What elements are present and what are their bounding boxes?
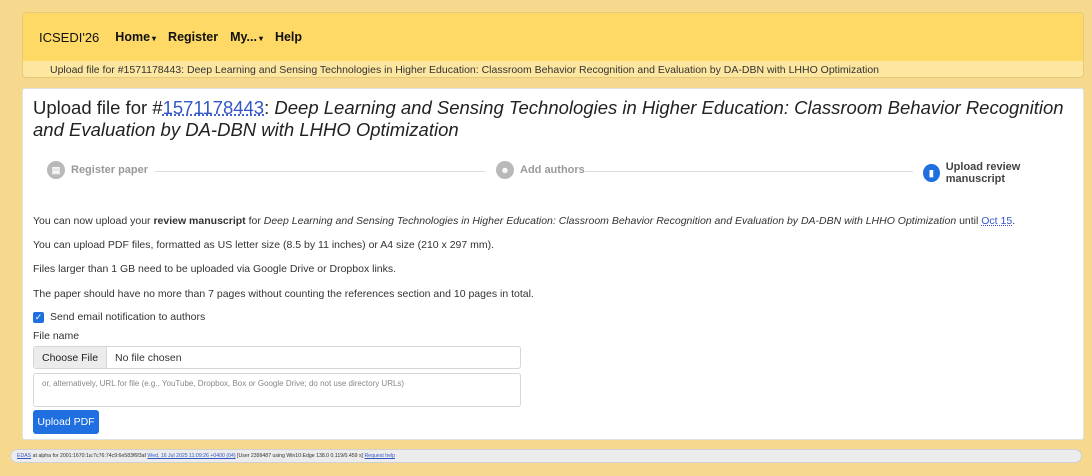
step-connector bbox=[585, 171, 913, 172]
breadcrumb: Upload file for #1571178443: Deep Learni… bbox=[50, 64, 880, 76]
info-format: You can upload PDF files, formatted as U… bbox=[33, 239, 495, 251]
info-size: Files larger than 1 GB need to be upload… bbox=[33, 263, 397, 275]
nav-help-label: Help bbox=[274, 30, 303, 44]
nav-register[interactable]: Register bbox=[168, 30, 218, 44]
step-upload-manuscript[interactable]: ▮ Upload review manuscript bbox=[923, 161, 1073, 185]
info-emphasis: review manuscript bbox=[153, 215, 246, 227]
notify-checkbox[interactable]: ✓ bbox=[33, 311, 44, 323]
notify-label: Send email notification to authors bbox=[50, 311, 206, 323]
nav-my-label: My... bbox=[230, 30, 257, 44]
info-text: You can now upload your bbox=[33, 215, 154, 227]
step-label: Upload review manuscript bbox=[945, 161, 1021, 185]
chevron-down-icon: ▾ bbox=[152, 34, 157, 43]
edas-link[interactable]: EDAS bbox=[17, 453, 31, 459]
title-colon: : bbox=[264, 97, 275, 118]
page-title: Upload file for #1571178443: Deep Learni… bbox=[33, 97, 1073, 141]
paper-id-link[interactable]: 1571178443 bbox=[163, 97, 265, 118]
file-label: File name bbox=[33, 330, 80, 342]
register-icon: ▤ bbox=[47, 161, 65, 179]
info-pages: The paper should have no more than 7 pag… bbox=[33, 288, 534, 300]
info-text: . bbox=[1012, 215, 1016, 227]
navbar: ICSEDI'26 Home ▾ Register My... ▾ Help bbox=[23, 13, 1083, 61]
footer-bar: EDAS at alpha for 2001:1670:1a:7c76:74c9… bbox=[10, 449, 1082, 463]
footer-date-link[interactable]: Wed, 16 Jul 2025 11:09:26 +0400 (04) bbox=[147, 453, 235, 459]
upload-pdf-button[interactable]: Upload PDF bbox=[33, 410, 99, 434]
nav-register-label: Register bbox=[168, 30, 219, 44]
nav-help[interactable]: Help bbox=[275, 30, 302, 44]
nav-my[interactable]: My... ▾ bbox=[230, 30, 263, 44]
deadline-link[interactable]: Oct 15 bbox=[981, 215, 1012, 227]
info-deadline: You can now upload your review manuscrip… bbox=[33, 215, 1015, 227]
top-bar: ICSEDI'26 Home ▾ Register My... ▾ Help Upl… bbox=[22, 12, 1084, 78]
file-status: No file chosen bbox=[115, 351, 182, 364]
upload-doc-icon: ▮ bbox=[923, 164, 940, 182]
url-input[interactable]: or, alternatively, URL for file (e.g., Y… bbox=[33, 373, 521, 407]
nav-home[interactable]: Home ▾ bbox=[115, 30, 156, 44]
info-paper-title: Deep Learning and Sensing Technologies i… bbox=[263, 215, 957, 227]
step-label: Register paper bbox=[71, 164, 149, 176]
choose-file-button[interactable]: Choose File bbox=[34, 347, 108, 368]
footer-text: at alpha for 2001:1670:1a:7c76:74c9:6e58… bbox=[31, 453, 148, 459]
step-connector bbox=[155, 171, 485, 172]
nav-home-label: Home bbox=[115, 30, 151, 44]
authors-icon: ☻ bbox=[496, 161, 514, 179]
main-panel: Upload file for #1571178443: Deep Learni… bbox=[22, 88, 1084, 440]
step-register-paper[interactable]: ▤ Register paper bbox=[47, 161, 148, 179]
info-text: until bbox=[956, 215, 982, 227]
step-label: Add authors bbox=[520, 164, 585, 176]
chevron-down-icon: ▾ bbox=[258, 34, 263, 43]
footer-text: [User 2399487 using Win10:Edge 138.0 0.1… bbox=[235, 453, 365, 459]
request-help-link[interactable]: Request help bbox=[364, 453, 395, 459]
step-add-authors[interactable]: ☻ Add authors bbox=[496, 161, 585, 179]
progress-steps: ▤ Register paper ☻ Add authors ▮ Upload … bbox=[33, 161, 1073, 185]
page-frame: ICSEDI'26 Home ▾ Register My... ▾ Help Upl… bbox=[0, 0, 1092, 476]
notify-row: ✓ Send email notification to authors bbox=[33, 311, 205, 323]
brand-link[interactable]: ICSEDI'26 bbox=[39, 30, 99, 45]
title-prefix: Upload file for # bbox=[33, 97, 163, 118]
file-input[interactable]: Choose File No file chosen bbox=[33, 346, 521, 369]
info-text: for bbox=[245, 215, 264, 227]
